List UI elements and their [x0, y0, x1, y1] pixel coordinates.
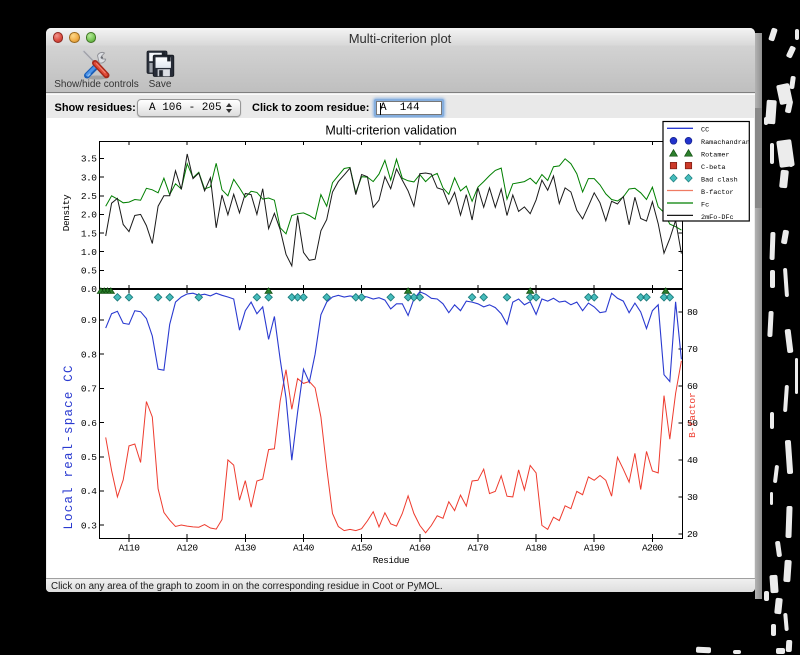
- svg-text:A160: A160: [409, 543, 431, 554]
- svg-text:0.4: 0.4: [80, 486, 96, 497]
- svg-text:0.8: 0.8: [80, 349, 96, 360]
- svg-text:70: 70: [687, 344, 698, 355]
- svg-text:CC: CC: [701, 127, 709, 135]
- svg-text:A110: A110: [118, 543, 140, 554]
- svg-text:A150: A150: [351, 543, 373, 554]
- svg-text:Residue: Residue: [372, 555, 409, 566]
- svg-text:80: 80: [687, 307, 698, 318]
- svg-text:0.9: 0.9: [80, 315, 96, 326]
- svg-text:2.5: 2.5: [80, 191, 96, 202]
- svg-text:A190: A190: [583, 543, 605, 554]
- svg-text:2.0: 2.0: [80, 210, 96, 221]
- svg-text:60: 60: [687, 381, 698, 392]
- svg-text:20: 20: [687, 529, 698, 540]
- svg-text:3.0: 3.0: [80, 172, 96, 183]
- svg-text:Local real-space CC: Local real-space CC: [62, 364, 76, 529]
- svg-text:0.3: 0.3: [80, 520, 96, 531]
- svg-text:Rotamer: Rotamer: [701, 152, 730, 160]
- svg-text:Bad clash: Bad clash: [701, 176, 738, 184]
- svg-text:Multi-criterion validation: Multi-criterion validation: [325, 124, 456, 138]
- svg-text:A120: A120: [176, 543, 198, 554]
- svg-text:Ramachandran: Ramachandran: [701, 139, 750, 147]
- svg-text:A200: A200: [641, 543, 663, 554]
- svg-text:Fc: Fc: [701, 201, 709, 209]
- svg-text:0.5: 0.5: [80, 452, 96, 463]
- svg-text:0.0: 0.0: [80, 284, 96, 295]
- svg-text:30: 30: [687, 492, 698, 503]
- svg-text:A180: A180: [525, 543, 547, 554]
- svg-text:B-factor: B-factor: [701, 189, 734, 197]
- svg-text:B-factor: B-factor: [687, 392, 698, 438]
- svg-text:C-beta: C-beta: [701, 164, 725, 172]
- svg-text:40: 40: [687, 455, 698, 466]
- svg-text:A140: A140: [293, 543, 315, 554]
- svg-text:1.5: 1.5: [80, 228, 96, 239]
- svg-text:0.6: 0.6: [80, 418, 96, 429]
- svg-text:1.0: 1.0: [80, 247, 96, 258]
- svg-text:A170: A170: [467, 543, 489, 554]
- svg-text:2mFo-DFc: 2mFo-DFc: [701, 214, 734, 222]
- svg-text:A130: A130: [234, 543, 256, 554]
- svg-text:0.7: 0.7: [80, 384, 96, 395]
- svg-text:Density: Density: [61, 194, 72, 231]
- svg-text:0.5: 0.5: [80, 266, 96, 277]
- svg-text:3.5: 3.5: [80, 154, 96, 165]
